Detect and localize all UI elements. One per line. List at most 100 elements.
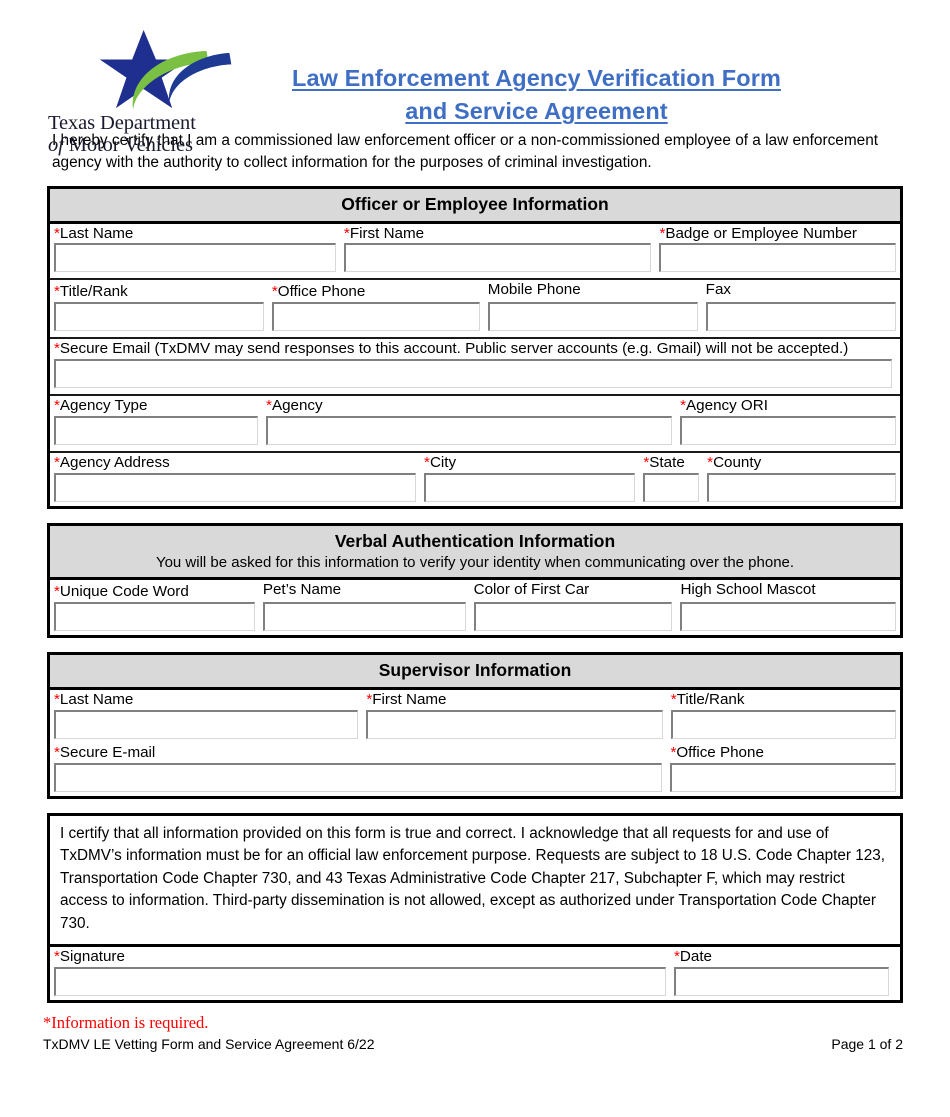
- supervisor-section-title: Supervisor Information: [378, 660, 572, 681]
- field-label-first-name: *First Name: [366, 691, 447, 709]
- field-label-mobile-phone: Mobile Phone: [487, 281, 581, 299]
- required-asterisk: *: [54, 454, 60, 472]
- required-asterisk: *: [680, 397, 687, 415]
- field-row: *Last Name *First Name *Badge or Employee …: [50, 224, 900, 277]
- field-color-of-first-car: Color of First Car: [470, 580, 677, 635]
- required-asterisk: *: [674, 948, 680, 966]
- input-office-phone[interactable]: [670, 763, 896, 792]
- input-pets-name[interactable]: [262, 602, 466, 632]
- field-label-office-phone: *Office Phone: [670, 744, 764, 762]
- field-agency: *Agency: [262, 396, 676, 449]
- verbal-section-subtitle: You will be asked for this information t…: [155, 553, 795, 571]
- signature-section-body: *Signature *Date: [50, 947, 900, 1000]
- form-identifier: TxDMV LE Vetting Form and Service Agreem…: [43, 1036, 375, 1053]
- txdmv-star-swoosh-icon: [93, 30, 238, 110]
- field-last-name: *Last Name: [50, 690, 362, 743]
- field-high-school-mascot: High School Mascot: [676, 580, 900, 635]
- required-asterisk: *: [366, 691, 373, 709]
- verbal-section-body: *Unique Code Word Pet’s Name Color of Firs…: [50, 580, 900, 635]
- field-label-agency-address: *Agency Address: [54, 454, 170, 472]
- field-label-city: *City: [424, 454, 457, 472]
- field-agency-type: *Agency Type: [50, 396, 262, 449]
- input-agency-type[interactable]: [54, 416, 259, 446]
- input-high-school-mascot[interactable]: [680, 602, 896, 632]
- field-first-name: *First Name: [362, 690, 666, 743]
- field-row: *Last Name *First Name *Title/Rank: [50, 690, 900, 743]
- page-title: Law Enforcement Agency Verification Form…: [263, 30, 950, 129]
- field-label-high-school-mascot: High School Mascot: [680, 581, 816, 599]
- input-county[interactable]: [707, 473, 896, 503]
- field-label-date: *Date: [674, 948, 713, 966]
- input-agency-address[interactable]: [54, 473, 417, 503]
- field-mobile-phone: Mobile Phone: [484, 280, 702, 335]
- supervisor-section-header: Supervisor Information: [50, 655, 900, 691]
- required-asterisk: *: [670, 744, 677, 762]
- input-color-of-first-car[interactable]: [473, 602, 673, 632]
- input-office-phone[interactable]: [271, 302, 480, 332]
- required-asterisk: *: [643, 454, 650, 472]
- officer-section-header: Officer or Employee Information: [50, 188, 900, 224]
- required-asterisk: *: [54, 340, 60, 358]
- field-label-fax: Fax: [705, 281, 731, 299]
- verbal-section-header: Verbal Authentication Information You wi…: [50, 526, 900, 581]
- officer-section-body: *Last Name *First Name *Badge or Employee …: [50, 224, 900, 507]
- field-state: *State: [639, 453, 703, 506]
- field-badge-or-employee-number: *Badge or Employee Number: [655, 224, 900, 277]
- supervisor-section-body: *Last Name *First Name *Title/Rank *Secure …: [50, 690, 900, 796]
- required-note: *Information is required.: [43, 1013, 209, 1033]
- input-last-name[interactable]: [54, 710, 359, 740]
- field-office-phone: *Office Phone: [268, 282, 484, 335]
- input-secure-e-mail[interactable]: [54, 763, 663, 792]
- field-label-office-phone: *Office Phone: [271, 283, 366, 301]
- logo-motor-vehicles: Motor Vehicles: [68, 134, 193, 157]
- logo-of: of: [48, 134, 64, 157]
- required-asterisk: *: [424, 454, 430, 472]
- input-fax[interactable]: [705, 302, 897, 332]
- input-first-name[interactable]: [366, 710, 663, 740]
- certification-block: I certify that all information provided …: [47, 813, 903, 948]
- input-badge-or-employee-number[interactable]: [659, 243, 896, 273]
- field-row: *Title/Rank *Office Phone Mobile Phone Fax: [50, 280, 900, 335]
- input-title-rank[interactable]: [670, 710, 896, 740]
- officer-information-section: Officer or Employee Information *Last Na…: [47, 185, 903, 510]
- input-secure-email-txdmv-may-send-responses-to-this-[interactable]: [54, 359, 892, 389]
- page-footer: *Information is required. TxDMV LE Vetti…: [43, 1013, 903, 1052]
- input-title-rank[interactable]: [54, 302, 264, 332]
- page-header: Texas Department of Motor Vehicles Law E…: [0, 0, 950, 156]
- field-date: *Date: [670, 947, 893, 1000]
- certification-text: I certify that all information provided …: [60, 825, 886, 932]
- input-signature[interactable]: [54, 967, 666, 997]
- required-asterisk: *: [659, 224, 666, 242]
- field-row: *Unique Code Word Pet’s Name Color of Firs…: [50, 580, 900, 635]
- field-title-rank: *Title/Rank: [667, 690, 900, 743]
- supervisor-information-section: Supervisor Information *Last Name *First …: [47, 652, 903, 799]
- field-row: *Secure E-mail *Office Phone: [50, 743, 900, 796]
- input-unique-code-word[interactable]: [54, 602, 255, 632]
- field-city: *City: [420, 453, 639, 506]
- field-agency-ori: *Agency ORI: [676, 396, 900, 449]
- field-pets-name: Pet’s Name: [259, 580, 470, 635]
- input-mobile-phone[interactable]: [487, 302, 698, 332]
- signature-section: *Signature *Date: [47, 947, 903, 1004]
- verbal-authentication-section: Verbal Authentication Information You wi…: [47, 523, 903, 639]
- field-label-pets-name: Pet’s Name: [262, 581, 342, 599]
- input-state[interactable]: [643, 473, 700, 503]
- page-title-line-2: and Service Agreement: [405, 98, 668, 125]
- field-secure-e-mail: *Secure E-mail: [50, 743, 666, 796]
- input-agency[interactable]: [266, 416, 673, 446]
- input-date[interactable]: [674, 967, 889, 997]
- required-asterisk: *: [266, 397, 272, 415]
- officer-section-title: Officer or Employee Information: [341, 193, 609, 214]
- input-city[interactable]: [424, 473, 636, 503]
- input-first-name[interactable]: [343, 243, 652, 273]
- field-label-badge-or-employee-number: *Badge or Employee Number: [659, 224, 857, 242]
- input-agency-ori[interactable]: [680, 416, 896, 446]
- field-label-state: *State: [643, 454, 685, 472]
- required-asterisk: *: [707, 454, 714, 472]
- field-row: *Agency Type *Agency *Agency ORI: [50, 396, 900, 449]
- required-asterisk: *: [54, 583, 60, 601]
- input-last-name[interactable]: [54, 243, 336, 273]
- field-title-rank: *Title/Rank: [50, 282, 268, 335]
- field-label-color-of-first-car: Color of First Car: [473, 581, 590, 599]
- page-number: Page 1 of 2: [831, 1036, 903, 1053]
